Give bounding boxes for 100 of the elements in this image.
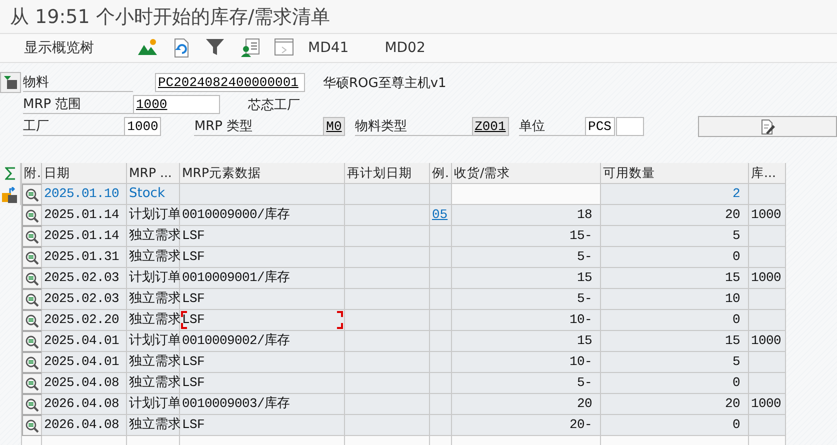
mrp-area-field: 1000 [133, 95, 220, 114]
detail-button[interactable] [22, 289, 42, 310]
detail-button[interactable] [22, 184, 42, 205]
sigma-icon [4, 167, 16, 180]
table-cell: LSF [180, 247, 345, 268]
table-cell: 5- [452, 373, 601, 394]
column-header[interactable]: MRP ... [127, 163, 180, 184]
table-cell: 5 [601, 352, 749, 373]
table-cell: LSF [180, 289, 345, 310]
table-cell [749, 226, 786, 247]
plant-field: 1000 [124, 117, 162, 136]
detail-button[interactable] [22, 394, 42, 415]
exception-link[interactable]: 05 [432, 207, 448, 222]
table-cell: 0 [601, 373, 749, 394]
toolbar-icon-button[interactable] [274, 38, 294, 58]
sum-button[interactable] [0, 163, 21, 184]
table-cell: 2025.02.20 [42, 310, 127, 331]
detail-button[interactable] [22, 310, 42, 331]
table-cell: 0 [601, 415, 749, 436]
magnifier-list-icon [25, 376, 39, 390]
table-cell: 2025.04.01 [42, 331, 127, 352]
magnifier-list-icon [25, 230, 39, 244]
magnifier-list-icon [25, 418, 39, 432]
toolbar-button[interactable]: MD02 [384, 40, 426, 56]
toolbar-icon-button[interactable] [240, 38, 260, 58]
toolbar-icon-button[interactable] [138, 38, 158, 58]
magnifier-list-icon [25, 292, 39, 306]
header-toggle-button[interactable] [0, 72, 21, 93]
table-cell [749, 184, 786, 205]
table-cell [430, 310, 452, 331]
table-cell: 独立需求 [127, 289, 180, 310]
table-cell [430, 373, 452, 394]
toolbar-button[interactable]: 显示概览树 [24, 39, 94, 57]
toolbar-icon-button[interactable] [206, 38, 226, 58]
table-cell: 2025.01.10 [42, 184, 127, 205]
column-header[interactable]: 再计划日期 [345, 163, 430, 184]
table-cell: 2025.04.08 [42, 373, 127, 394]
table-cell: 15 [452, 331, 601, 352]
export-button[interactable] [0, 184, 21, 205]
toolbar-button[interactable]: MD41 [308, 40, 349, 56]
table-cell [430, 352, 452, 373]
table-cell: 1000 [749, 394, 786, 415]
magnifier-list-icon [25, 272, 39, 286]
detail-button[interactable] [22, 205, 42, 226]
input-field[interactable] [616, 117, 644, 136]
table-cell: LSF [180, 415, 345, 436]
table-cell [749, 289, 786, 310]
table-cell: 20 [452, 394, 601, 415]
table-cell: 18 [452, 205, 601, 226]
detail-button[interactable] [22, 268, 42, 289]
magnifier-list-icon [25, 398, 39, 412]
column-header[interactable]: 收货/需求 [452, 163, 601, 184]
edit-document-icon [760, 118, 774, 134]
table-cell [749, 247, 786, 268]
table-cell: 10- [452, 310, 601, 331]
column-header[interactable]: 附. [22, 163, 42, 184]
detail-button[interactable] [22, 247, 42, 268]
table-cell: 15 [601, 331, 749, 352]
table-cell: 独立需求 [127, 226, 180, 247]
table-cell: 独立需求 [127, 310, 180, 331]
person-list-icon [240, 38, 260, 58]
filter-icon [206, 38, 224, 56]
magnifier-list-icon [25, 334, 39, 348]
table-cell: 2025.02.03 [42, 289, 127, 310]
column-header[interactable]: 日期 [42, 163, 127, 184]
table-cell [749, 415, 786, 436]
detail-button[interactable] [22, 331, 42, 352]
table-cell [430, 415, 452, 436]
table-cell: 0010009002/库存 [180, 331, 345, 352]
table-cell: 0010009003/库存 [180, 394, 345, 415]
detail-button[interactable] [22, 373, 42, 394]
table-cell [430, 394, 452, 415]
table-cell: 1000 [749, 205, 786, 226]
edit-button[interactable] [698, 116, 837, 137]
detail-button[interactable] [22, 415, 42, 436]
table-cell [749, 352, 786, 373]
table-cell: 15 [601, 268, 749, 289]
table-cell: 2 [601, 184, 749, 205]
magnifier-list-icon [25, 356, 39, 370]
mrp-type-field: M0 [323, 117, 345, 136]
table-cell: 2025.04.01 [42, 352, 127, 373]
mountains-icon [138, 38, 158, 56]
column-header[interactable]: 库... [749, 163, 786, 184]
column-header[interactable]: MRP元素数据 [180, 163, 345, 184]
table-cell: LSF [180, 226, 345, 247]
detail-button[interactable] [22, 226, 42, 247]
column-header[interactable]: 可用数量 [601, 163, 749, 184]
material-field: PC2024082400000001 [155, 73, 305, 92]
detail-button[interactable] [22, 352, 42, 373]
collapse-icon [4, 76, 18, 89]
material-description: 华硕ROG至尊主机v1 [323, 74, 446, 92]
magnifier-list-icon [25, 208, 39, 222]
column-header[interactable]: 例. [430, 163, 452, 184]
table-cell: 15- [452, 226, 601, 247]
table-cell [430, 331, 452, 352]
table-cell [749, 310, 786, 331]
table-cell: 独立需求 [127, 373, 180, 394]
table-cell: 独立需求 [127, 415, 180, 436]
table-cell: LSF [180, 352, 345, 373]
table-cell: 0 [601, 310, 749, 331]
